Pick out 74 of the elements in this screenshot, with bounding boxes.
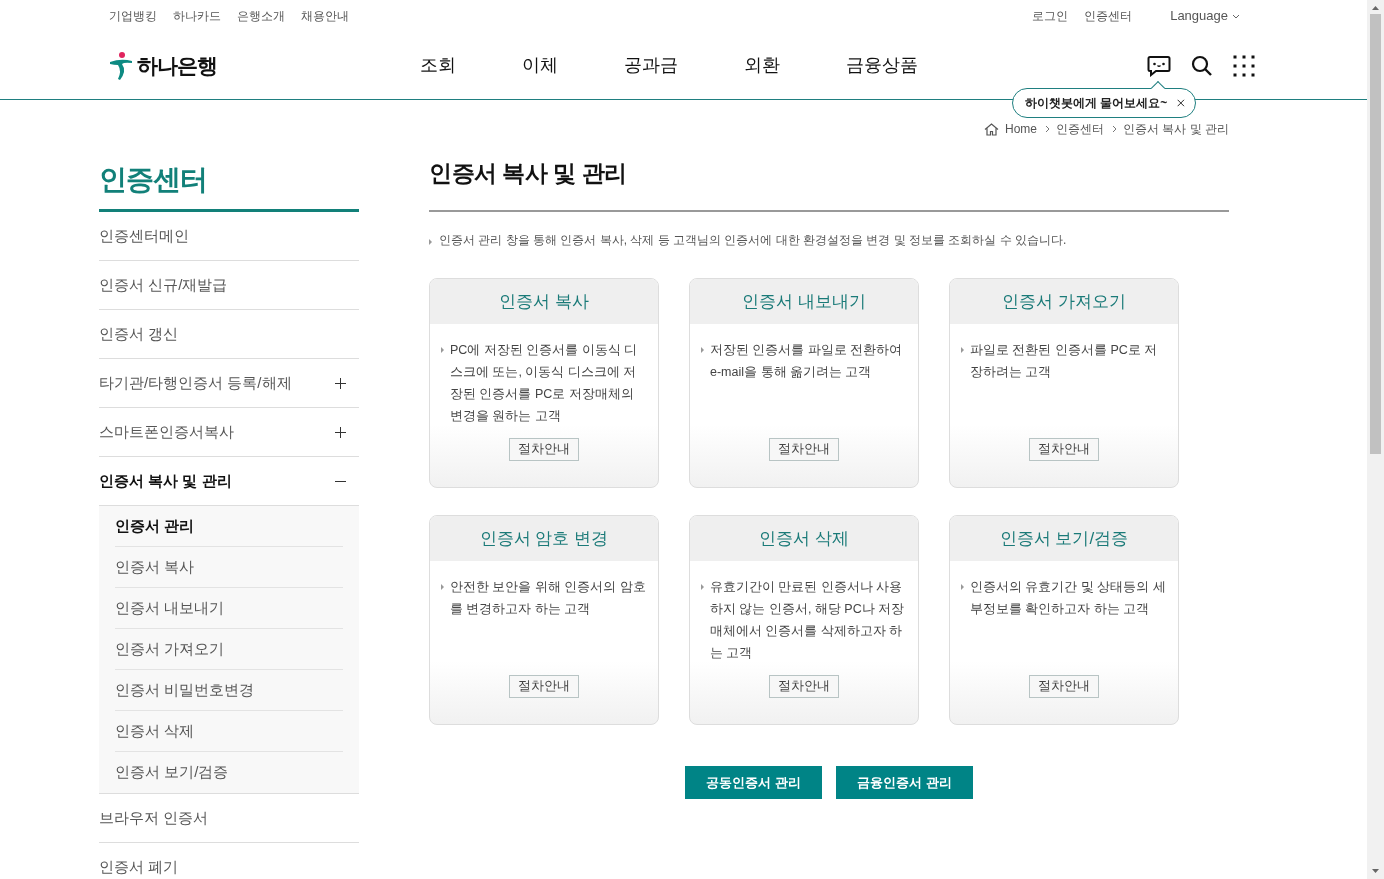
manage-button[interactable]: 금융인증서 관리 (836, 766, 973, 799)
scroll-up-icon[interactable] (1372, 6, 1379, 10)
card-text: 안전한 보안을 위해 인증서의 암호를 변경하고자 하는 고객 (441, 576, 647, 620)
page-description: 인증서 관리 창을 통해 인증서 복사, 삭제 등 고객님의 인증서에 대한 환경설정을 변경 및 정보를 조회하실 수 있습니다. (429, 231, 1229, 249)
top-link[interactable]: 인증센터 (1084, 7, 1133, 25)
logo-text: 하나은행 (137, 52, 217, 79)
chevron-right-icon (1045, 125, 1050, 133)
nav-item[interactable]: 공과금 (624, 52, 678, 79)
language-button[interactable]: Language (1170, 6, 1240, 26)
chevron-right-icon (1112, 125, 1117, 133)
bullet-icon (961, 347, 964, 353)
home-icon (983, 122, 999, 136)
bullet-icon (961, 584, 964, 590)
sidebar-item[interactable]: 인증서 신규/재발급 (99, 261, 359, 310)
top-link[interactable]: 하나카드 (173, 7, 221, 25)
nav-item[interactable]: 이체 (522, 52, 558, 79)
sidebar-item[interactable]: 인증센터메인 (99, 212, 359, 261)
manage-button[interactable]: 공동인증서 관리 (685, 766, 822, 799)
top-link[interactable]: 로그인 (1032, 7, 1069, 25)
chevron-down-icon (1232, 13, 1240, 19)
grid-menu-icon[interactable] (1233, 54, 1255, 77)
submenu-item[interactable]: 인증서 삭제 (115, 711, 343, 752)
card-text: 저장된 인증서를 파일로 전환하여 e-mail을 통해 옮기려는 고객 (701, 339, 907, 383)
submenu-item[interactable]: 인증서 복사 (115, 547, 343, 588)
page-title: 인증서 복사 및 관리 (429, 158, 627, 188)
submenu-item[interactable]: 인증서 내보내기 (115, 588, 343, 629)
sidebar-item[interactable]: 인증서 폐기 (99, 843, 359, 879)
nav-item[interactable]: 조회 (420, 52, 456, 79)
bullet-icon (441, 584, 444, 590)
scrollbar[interactable] (1367, 0, 1384, 879)
nav-item[interactable]: 외환 (744, 52, 780, 79)
guide-button[interactable]: 절차안내 (509, 438, 579, 461)
submenu-item[interactable]: 인증서 보기/검증 (115, 752, 343, 793)
card-text: 유효기간이 만료된 인증서나 사용하지 않는 인증서, 해당 PC나 저장매체에서 인증서를 삭제하고자 하는 고객 (701, 576, 907, 664)
submenu-item[interactable]: 인증서 관리 (115, 506, 343, 547)
card-title: 인증서 암호 변경 (479, 527, 609, 550)
card-title: 인증서 가져오기 (1002, 290, 1126, 313)
bullet-icon (701, 347, 704, 353)
sidebar-item[interactable]: 스마트폰인증서복사 (99, 408, 359, 457)
scroll-down-icon[interactable] (1372, 869, 1379, 873)
bullet-icon (441, 347, 444, 353)
sidebar-item[interactable]: 브라우저 인증서 (99, 794, 359, 843)
submenu-item[interactable]: 인증서 비밀번호변경 (115, 670, 343, 711)
guide-button[interactable]: 절차안내 (509, 675, 579, 698)
close-icon[interactable] (1177, 97, 1185, 109)
card-title: 인증서 복사 (499, 290, 589, 313)
card-title: 인증서 내보내기 (742, 290, 866, 313)
card-text: 파일로 전환된 인증서를 PC로 저장하려는 고객 (961, 339, 1167, 383)
logo-icon (109, 50, 133, 81)
card-text: PC에 저장된 인증서를 이동식 디스크에 또는, 이동식 디스크에 저장된 인증서를 PC로 저장매체의 변경을 원하는 고객 (441, 339, 647, 427)
breadcrumb-link[interactable]: 인증서 복사 및 관리 (1123, 120, 1229, 138)
card-title: 인증서 보기/검증 (999, 527, 1129, 550)
guide-button[interactable]: 절차안내 (769, 675, 839, 698)
tooltip-text: 하이챗봇에게 물어보세요~ (1025, 95, 1168, 112)
search-icon[interactable] (1191, 54, 1213, 77)
breadcrumb-link[interactable]: 인증센터 (1056, 120, 1104, 138)
submenu-item[interactable]: 인증서 가져오기 (115, 629, 343, 670)
scroll-thumb[interactable] (1370, 14, 1381, 454)
guide-button[interactable]: 절차안내 (1029, 438, 1099, 461)
top-link[interactable]: 채용안내 (301, 7, 349, 25)
card-title: 인증서 삭제 (759, 527, 849, 550)
guide-button[interactable]: 절차안내 (1029, 675, 1099, 698)
card-text: 인증서의 유효기간 및 상태등의 세부정보를 확인하고자 하는 고객 (961, 576, 1167, 620)
sidebar-title: 인증센터 (99, 163, 207, 197)
sidebar-item[interactable]: 타기관/타행인증서 등록/해제 (99, 359, 359, 408)
top-link[interactable]: 기업뱅킹 (109, 7, 157, 25)
bullet-icon (701, 584, 704, 590)
bullet-icon (429, 239, 432, 245)
breadcrumb-link[interactable]: Home (1004, 120, 1037, 138)
sidebar-item[interactable]: 인증서 갱신 (99, 310, 359, 359)
guide-button[interactable]: 절차안내 (769, 438, 839, 461)
nav-item[interactable]: 금융상품 (846, 52, 918, 79)
chat-icon[interactable] (1147, 54, 1171, 77)
top-link[interactable]: 은행소개 (237, 7, 285, 25)
